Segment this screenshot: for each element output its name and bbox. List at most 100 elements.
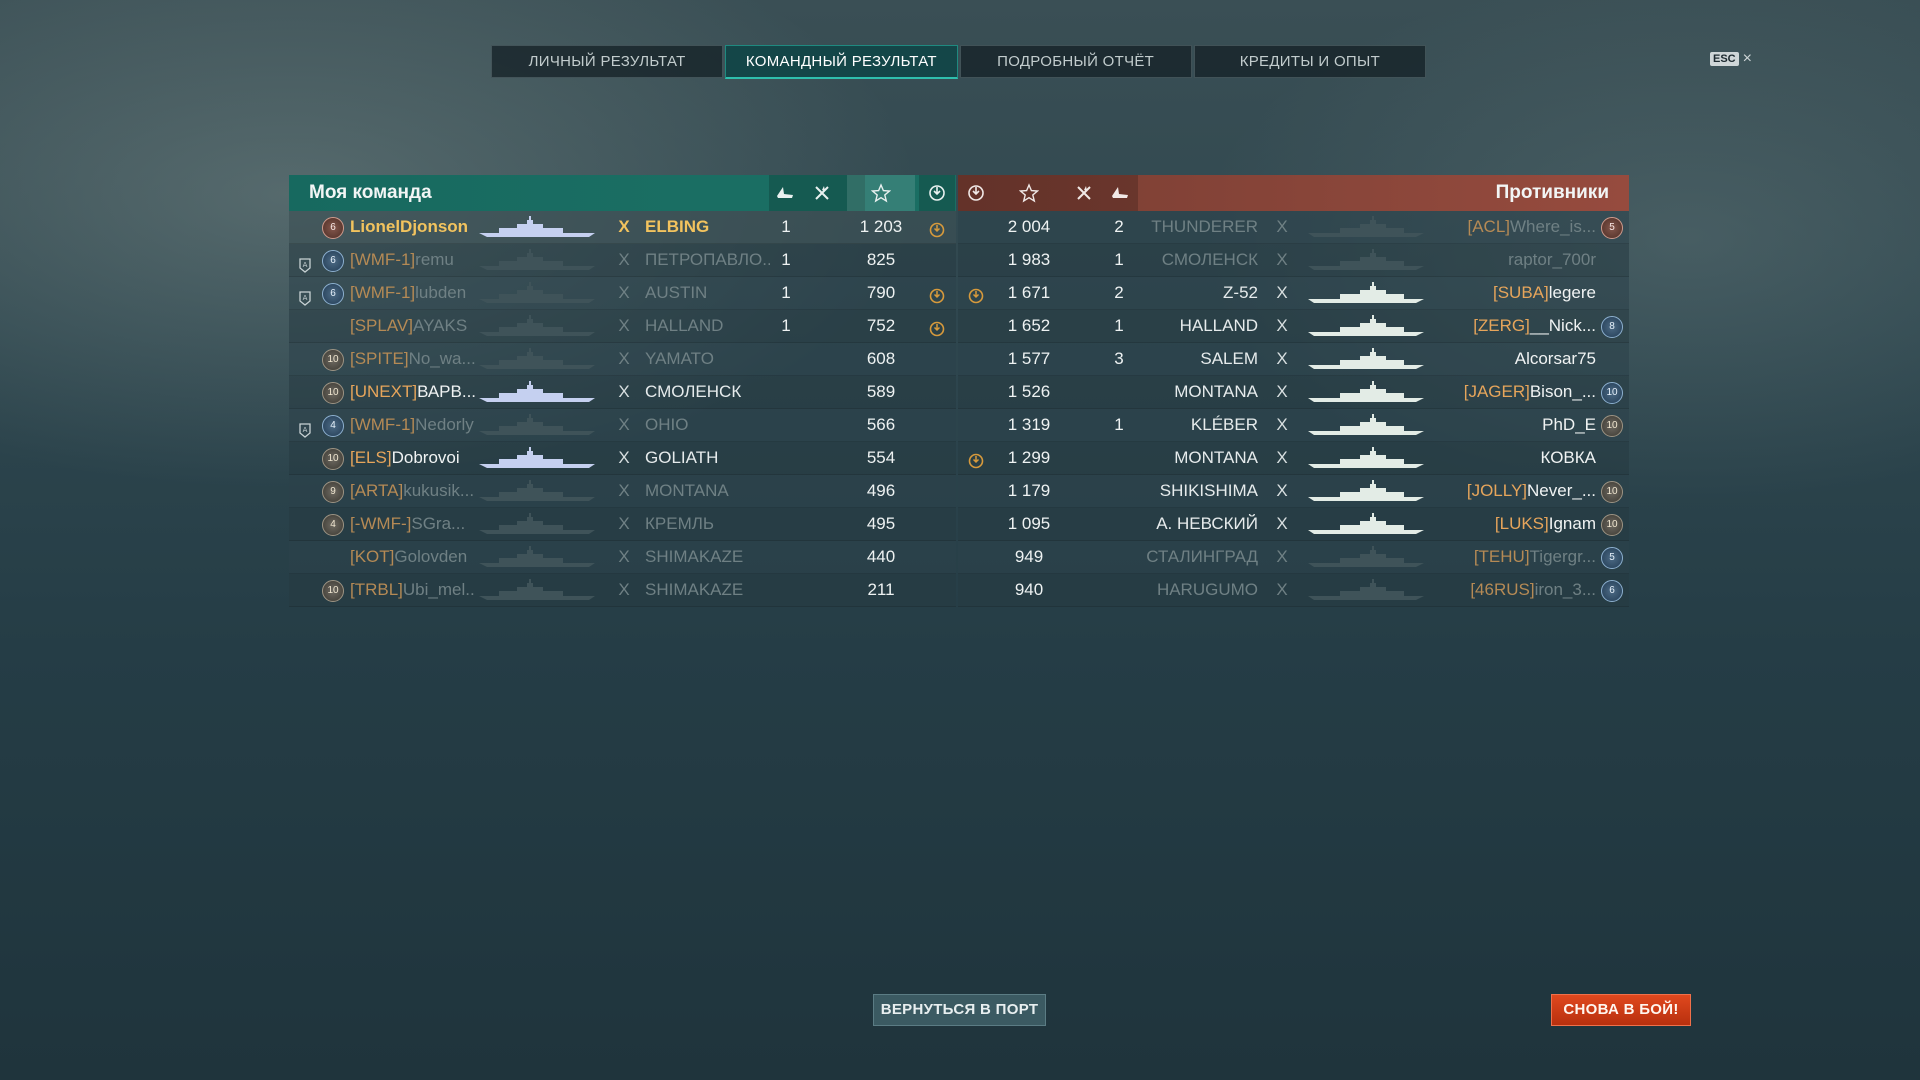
enemy-player-row[interactable]: 1 095 А. НЕВСКИЙ X [LUKS]Ignam 10 <box>958 508 1629 541</box>
ally-player-row[interactable]: 6 LionelDjonson X ELBING 1 1 203 <box>289 211 956 244</box>
base-xp-value: 1 671 <box>1007 283 1051 302</box>
ship-name: AUSTIN <box>645 283 708 302</box>
capture-medal-icon <box>928 218 946 238</box>
destroyed-mark: X <box>618 250 630 269</box>
clan-tag: [UNEXT] <box>350 382 418 401</box>
player-name: [-WMF-]SGra... <box>350 508 475 540</box>
ship-silhouette-icon <box>477 512 597 536</box>
enemy-player-row[interactable]: 1 179 SHIKISHIMA X [JOLLY]Never_... 10 <box>958 475 1629 508</box>
player-nick: __Nick... <box>1529 316 1596 335</box>
ship-name: OHIO <box>645 415 689 434</box>
base-xp-value: 211 <box>867 580 895 599</box>
division-icon: A <box>299 252 311 273</box>
capture-medal-icon <box>967 284 985 304</box>
ship-silhouette-icon <box>1306 545 1426 569</box>
return-to-port-button[interactable]: ВЕРНУТЬСЯ В ПОРТ <box>873 994 1046 1026</box>
base-xp-value: 949 <box>1014 547 1044 566</box>
enemy-player-row[interactable]: 940 HARUGUMO X [46RUS]iron_3... 6 <box>958 574 1629 607</box>
enemy-player-row[interactable]: 1 671 2 Z-52 X [SUBA]legere <box>958 277 1629 310</box>
ship-kills-count <box>771 442 801 474</box>
battle-again-button[interactable]: СНОВА В БОЙ! <box>1551 994 1691 1026</box>
player-nick: Never_... <box>1527 481 1596 500</box>
ship-name: ПЕТРОПАВЛО... <box>645 250 770 269</box>
enemy-player-row[interactable]: 1 652 1 HALLAND X [ZERG]__Nick... 8 <box>958 310 1629 343</box>
enemy-team-panel: Противники 2 004 2 THUNDERER X [ACL]Where_is… <box>958 175 1629 607</box>
player-name: [46RUS]iron_3... <box>1430 574 1596 606</box>
clan-tag: [SPLAV] <box>350 316 413 335</box>
service-rank-icon: 5 <box>1601 547 1623 569</box>
tab-detailed-report[interactable]: ПОДРОБНЫЙ ОТЧЁТ <box>959 45 1192 78</box>
base-xp-value: 440 <box>866 547 896 566</box>
ship-kills-count: 2 <box>1114 217 1124 236</box>
base-xp-star-icon <box>847 175 915 211</box>
base-xp-value: 1 577 <box>1007 349 1051 368</box>
destroyed-mark: X <box>618 448 630 467</box>
player-name: [WMF-1]lubden <box>350 277 475 309</box>
tab-credits-xp[interactable]: КРЕДИТЫ И ОПЫТ <box>1193 45 1426 78</box>
ally-player-row[interactable]: 4 [-WMF-]SGra... X КРЕМЛЬ 495 <box>289 508 956 541</box>
ally-player-row[interactable]: 10 [TRBL]Ubi_mel... X SHIMAKAZE 211 <box>289 574 956 607</box>
ship-kills-count: 2 <box>1114 283 1124 302</box>
player-name: [SUBA]legere <box>1430 277 1596 309</box>
ship-silhouette-icon <box>1306 446 1426 470</box>
player-nick: КОВКА <box>1540 448 1596 467</box>
enemy-player-row[interactable]: 1 526 MONTANA X [JAGER]Bison_... 10 <box>958 376 1629 409</box>
player-name: [ELS]Dobrovoi <box>350 442 475 474</box>
ship-name: КРЕМЛЬ <box>645 514 715 533</box>
ally-player-row[interactable]: 10 [SPITE]No_wa... X YAMATO 608 <box>289 343 956 376</box>
close-icon[interactable]: × <box>1743 50 1752 68</box>
destroyed-mark: X <box>618 580 630 599</box>
ally-player-row[interactable]: A 6 [WMF-1]lubden X AUSTIN 1 790 <box>289 277 956 310</box>
ship-name: СТАЛИНГРАД <box>1146 547 1258 566</box>
ally-player-row[interactable]: 10 [ELS]Dobrovoi X GOLIATH 554 <box>289 442 956 475</box>
destroyed-mark: X <box>1276 514 1288 533</box>
player-name: [KOT]Golovden <box>350 541 475 573</box>
destroyed-mark: X <box>618 481 630 500</box>
service-rank-icon: 10 <box>322 382 344 404</box>
clan-tag: [SUBA] <box>1492 283 1549 302</box>
ship-silhouette-icon <box>477 314 597 338</box>
enemy-player-row[interactable]: 1 299 MONTANA X КОВКА <box>958 442 1629 475</box>
ship-silhouette-icon <box>1306 215 1426 239</box>
ship-kills-count <box>771 409 801 441</box>
player-nick: legere <box>1548 283 1596 302</box>
destroyed-mark: X <box>1276 382 1288 401</box>
ally-player-row[interactable]: A 6 [WMF-1]remu X ПЕТРОПАВЛО... 1 825 <box>289 244 956 277</box>
player-nick: kukusik... <box>403 481 475 500</box>
ship-kills-count <box>771 376 801 408</box>
ship-silhouette-icon <box>477 545 597 569</box>
clan-tag: [ZERG] <box>1473 316 1530 335</box>
ally-player-row[interactable]: [SPLAV]AYAKS X HALLAND 1 752 <box>289 310 956 343</box>
enemy-player-row[interactable]: 2 004 2 THUNDERER X [ACL]Where_is... 5 <box>958 211 1629 244</box>
enemy-player-row[interactable]: 1 983 1 СМОЛЕНСК Xraptor_700r <box>958 244 1629 277</box>
esc-close[interactable]: ESC × <box>1710 50 1752 68</box>
enemy-player-row[interactable]: 1 577 3 SALEM X Alcorsar75 <box>958 343 1629 376</box>
player-name: [JOLLY]Never_... <box>1430 475 1596 507</box>
tab-personal-result[interactable]: ЛИЧНЫЙ РЕЗУЛЬТАТ <box>491 45 724 78</box>
enemy-player-row[interactable]: 1 319 1 KLÉBER X PhD_E 10 <box>958 409 1629 442</box>
player-nick: No_wa... <box>408 349 475 368</box>
ally-player-row[interactable]: 9 [ARTA]kukusik... X MONTANA 496 <box>289 475 956 508</box>
ally-player-row[interactable]: A 4 [WMF-1]Nedorly X OHIO 566 <box>289 409 956 442</box>
ally-player-row[interactable]: 10 [UNEXT]ВАРВ... X СМОЛЕНСК 589 <box>289 376 956 409</box>
ship-silhouette-icon <box>477 578 597 602</box>
tab-team-result[interactable]: КОМАНДНЫЙ РЕЗУЛЬТАТ <box>725 45 958 79</box>
player-nick: Dobrovoi <box>391 448 460 467</box>
enemy-player-row[interactable]: 949 СТАЛИНГРАД X [TEHU]Tigergr... 5 <box>958 541 1629 574</box>
ally-player-row[interactable]: [KOT]Golovden X SHIMAKAZE 440 <box>289 541 956 574</box>
ship-name: YAMATO <box>645 349 714 368</box>
ship-silhouette-icon <box>1306 347 1426 371</box>
destroyed-mark: X <box>618 316 630 335</box>
base-xp-value: 2 004 <box>1007 217 1051 236</box>
player-name: КОВКА <box>1430 442 1596 474</box>
player-name: PhD_E <box>1430 409 1596 441</box>
player-nick: Alcorsar75 <box>1514 349 1596 368</box>
ship-silhouette-icon <box>477 281 597 305</box>
ship-silhouette-icon <box>477 248 597 272</box>
player-name: [UNEXT]ВАРВ... <box>350 376 475 408</box>
ship-silhouette-icon <box>477 347 597 371</box>
player-nick: Golovden <box>394 547 468 566</box>
player-name: [TEHU]Tigergr... <box>1430 541 1596 573</box>
ship-name: MONTANA <box>1174 382 1258 401</box>
ship-silhouette-icon <box>477 479 597 503</box>
